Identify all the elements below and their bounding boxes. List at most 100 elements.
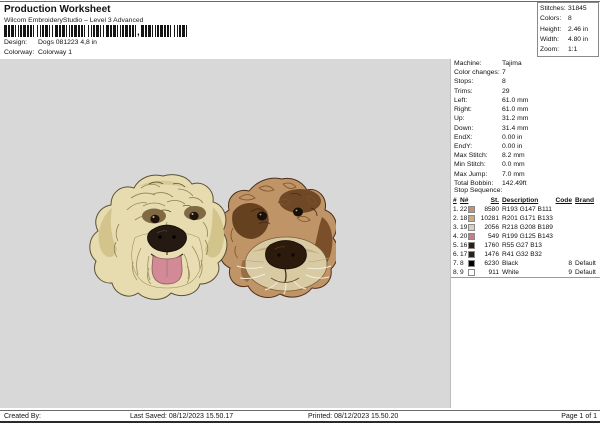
needle-number: 18 [460, 215, 468, 222]
footer-top-divider [0, 410, 600, 411]
stats-label: Zoom: [540, 46, 559, 54]
stop-sequence-bottom-divider [451, 277, 600, 278]
machine-info-value: 142.49ft [502, 179, 527, 187]
stats-row: Height: 2.46 in [540, 25, 598, 35]
page-title: Production Worksheet [4, 4, 111, 15]
left-dog-right-eye [189, 211, 199, 221]
column-header-brand: Brand [575, 197, 595, 204]
stop-index: 6. [453, 251, 459, 258]
thread-brand: Default [575, 269, 596, 276]
stop-index: 2. [453, 215, 459, 222]
machine-info-value: 8 [502, 78, 506, 86]
machine-info-label: Min Stitch: [454, 161, 486, 169]
thread-description: Black [502, 260, 519, 267]
right-dog-nose [265, 240, 307, 270]
needle-number: 22 [460, 206, 468, 213]
machine-info-row: Max Jump: 7.0 mm [451, 170, 600, 179]
machine-info-label: Color changes: [454, 69, 500, 77]
stop-sequence-row: 4. 20 549 R199 G125 B143 [451, 232, 600, 241]
design-stats-box: Stitches: 31845 Colors: 8 Height: 2.46 in Widt… [537, 2, 599, 57]
stop-sequence-row: 1. 22 8580 R193 G147 B111 [451, 205, 600, 214]
stats-value: 8 [568, 15, 572, 23]
page-number: Page 1 of 1 [561, 412, 597, 420]
machine-info-row: Up: 31.2 mm [451, 114, 600, 123]
machine-info-value: 61.0 mm [502, 96, 529, 104]
machine-info-row: Max Stitch: 8.2 mm [451, 151, 600, 160]
machine-info-panel: Machine: Tajima Color changes: 7 Stops: 8 Trim… [450, 59, 600, 408]
stop-sequence-row: 5. 16 1760 R55 G27 B13 [451, 241, 600, 250]
stop-sequence-title: Stop Sequence: [454, 187, 503, 194]
footer-bottom-divider [0, 421, 600, 423]
top-divider [0, 1, 600, 2]
thread-description: R55 G27 B13 [502, 242, 542, 249]
production-worksheet-page: Production Worksheet Wilcom EmbroiderySt… [0, 0, 600, 424]
stop-sequence-row: 8. 9 911 White 9 Default [451, 268, 600, 277]
stitch-count: 549 [487, 233, 499, 240]
machine-info-value: 31.2 mm [502, 115, 529, 123]
column-header-description: Description [502, 197, 539, 204]
column-header-code: Code [555, 197, 572, 204]
machine-info-label: Up: [454, 115, 465, 123]
machine-info-value: 0.00 in [502, 142, 523, 150]
stats-value: 2.46 in [568, 25, 589, 33]
machine-info-row: Machine: Tajima [451, 59, 600, 68]
column-header-idx: # [453, 197, 457, 204]
right-dog-left-eye [257, 211, 267, 221]
machine-info-row: Color changes: 7 [451, 68, 600, 77]
stop-index: 7. [453, 260, 459, 267]
machine-info-value: 31.4 mm [502, 124, 529, 132]
stop-sequence-rows: 1. 22 8580 R193 G147 B111 2. 18 10281 R201 G171… [451, 205, 600, 277]
stats-value: 31845 [568, 5, 587, 12]
design-value: Dogs 081223 4,8 in [38, 39, 97, 46]
needle-number: 17 [460, 251, 468, 258]
stats-label: Stitches: [540, 5, 566, 12]
machine-info-row: Down: 31.4 mm [451, 124, 600, 133]
machine-info-value: 7.0 mm [502, 170, 525, 178]
design-canvas [0, 59, 450, 408]
stats-label: Colors: [540, 15, 562, 23]
thread-code: 9 [568, 269, 572, 276]
machine-info-row: Trims: 29 [451, 87, 600, 96]
needle-number: 20 [460, 233, 468, 240]
machine-info-value: 8.2 mm [502, 152, 525, 160]
printed-text: Printed: 08/12/2023 15.50.20 [308, 412, 399, 420]
left-dog-nose [147, 224, 187, 253]
thread-description: R201 G171 B133 [502, 215, 553, 222]
stop-sequence-row: 7. 8 6230 Black 8 Default [451, 259, 600, 268]
machine-info-row: EndY: 0.00 in [451, 142, 600, 151]
machine-info-label: Max Jump: [454, 170, 488, 178]
machine-info-row: Left: 61.0 mm [451, 96, 600, 105]
stitch-count: 10281 [480, 215, 499, 222]
stop-index: 8. [453, 269, 459, 276]
right-dog-right-eye [293, 207, 303, 217]
left-dog [89, 174, 228, 300]
machine-info-label: Max Stitch: [454, 152, 488, 160]
stitch-count: 6230 [484, 260, 499, 267]
machine-info-row: Min Stitch: 0.0 mm [451, 160, 600, 169]
last-saved-text: Last Saved: 08/12/2023 15.50.17 [130, 412, 234, 420]
stitch-count: 1760 [484, 242, 499, 249]
machine-info-row: Stops: 8 [451, 77, 600, 86]
machine-info-label: EndX: [454, 133, 473, 141]
needle-number: 19 [460, 224, 468, 231]
stats-label: Width: [540, 35, 559, 43]
machine-info-value: 0.0 mm [502, 161, 525, 169]
stats-row: Stitches: 31845 [540, 4, 598, 14]
thread-description: R199 G125 B143 [502, 233, 553, 240]
app-subtitle: Wilcom EmbroideryStudio – Level 3 Advanc… [4, 17, 144, 24]
stop-index: 1. [453, 206, 459, 213]
created-by-label: Created By: [4, 412, 41, 420]
stop-index: 3. [453, 224, 459, 231]
machine-info-label: Down: [454, 124, 474, 132]
stop-index: 4. [453, 233, 459, 240]
stats-value: 1:1 [568, 46, 578, 54]
thread-description: R193 G147 B111 [502, 206, 552, 213]
column-header-needle: N# [460, 197, 469, 204]
design-name-row: Design: Dogs 081223 4,8 in [4, 39, 97, 46]
barcode-gap [187, 25, 189, 37]
machine-info-label: Right: [454, 106, 472, 114]
machine-info-list: Machine: Tajima Color changes: 7 Stops: 8 Trim… [451, 59, 600, 188]
machine-info-value: 7 [502, 69, 506, 77]
stats-label: Height: [540, 25, 562, 33]
stitch-count: 911 [488, 269, 499, 276]
